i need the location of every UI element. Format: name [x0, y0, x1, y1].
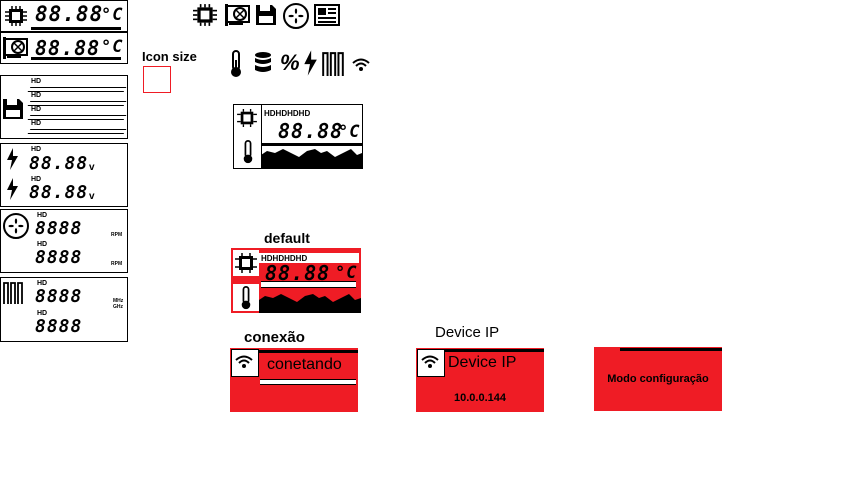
disk-label-1: HD [31, 78, 42, 85]
gpu-temp-unit: °C [101, 37, 124, 57]
fan-icon [3, 213, 29, 239]
conexao-status: conetando [267, 356, 342, 373]
voltage-unit-1: v [89, 162, 95, 173]
fan-unit-1: RPM [111, 232, 123, 238]
memory-icon [322, 52, 344, 76]
disk-row-2: HD [27, 92, 127, 106]
clock-value-2: 8888 [35, 316, 83, 337]
lightning-icon [7, 148, 18, 170]
gpu-icon [225, 4, 250, 26]
clock-widget: HD 8888 MHz GHz HD 8888 [0, 277, 128, 342]
fan-value-1: 8888 [35, 218, 83, 239]
cpu-icon [193, 4, 217, 26]
conexao-panel: conetando [230, 348, 358, 412]
disk-widget: HD HD HD HD [0, 75, 128, 139]
disk-label-2: HD [31, 92, 42, 99]
cpu-temp-value: 88.88 [35, 2, 104, 26]
cpu-temp-unit: °C [101, 5, 124, 25]
gpu-icon [3, 37, 28, 59]
default-panel: HDHDHDHD 88.88 °C [231, 248, 361, 313]
cpu-icon [235, 253, 257, 273]
cpu-temp-bar [31, 27, 121, 30]
floppy-disk-icon [3, 99, 23, 119]
voltage-unit-2: v [89, 191, 95, 202]
wifi-icon [235, 355, 253, 368]
device-ip-title: Device IP [435, 324, 500, 341]
wifi-icon [352, 58, 370, 71]
fan-icon [283, 3, 309, 29]
lightning-icon [7, 178, 18, 200]
thermometer-icon [241, 286, 251, 310]
disk-label-4: HD [31, 120, 42, 127]
icon-size-box[interactable] [143, 66, 171, 93]
fan-widget: HD 8888 RPM HD 8888 RPM [0, 209, 128, 273]
preview-panel: HDHDHDHD 88.88 °C [233, 104, 363, 169]
fan-value-2: 8888 [35, 247, 83, 268]
voltage-label-1: HD [31, 146, 42, 153]
voltage-value-1: 88.88 [29, 153, 89, 174]
config-panel: Modo configuração [594, 347, 722, 411]
clock-unit-1: MHz GHz [113, 298, 124, 310]
device-ip-address: 10.0.0.144 [454, 392, 506, 404]
database-icon [255, 52, 271, 72]
default-title: default [264, 230, 310, 246]
cpu-temp-widget: 88.88 °C [0, 0, 128, 32]
cpu-icon [5, 6, 27, 26]
voltage-value-2: 88.88 [29, 182, 89, 203]
motherboard-icon [314, 4, 340, 26]
memory-icon [3, 282, 23, 304]
fan-unit-2: RPM [111, 261, 123, 267]
preview-graph [261, 143, 362, 168]
device-ip-panel: Device IP 10.0.0.144 [416, 348, 544, 412]
thermometer-icon [231, 50, 241, 77]
percent-icon: % [280, 50, 300, 75]
wifi-icon [421, 355, 439, 368]
disk-row-1: HD [27, 78, 127, 92]
preview-value: 88.88 [278, 119, 344, 143]
thermometer-icon [243, 140, 253, 164]
disk-label-3: HD [31, 106, 42, 113]
gpu-temp-widget: 88.88 °C [0, 32, 128, 64]
lightning-icon [304, 50, 317, 76]
disk-row-4: HD [27, 120, 127, 134]
device-ip-label: Device IP [448, 354, 517, 371]
cpu-icon [237, 109, 257, 127]
preview-hd-labels: HDHDHDHD [264, 109, 311, 118]
conexao-title: conexão [244, 329, 305, 346]
config-label: Modo configuração [607, 373, 709, 385]
gpu-temp-bar [31, 57, 121, 60]
voltage-widget: HD 88.88 v HD 88.88 v [0, 143, 128, 207]
default-unit: °C [335, 263, 358, 283]
preview-unit: °C [338, 122, 361, 142]
conexao-progress [260, 379, 356, 385]
floppy-disk-icon [256, 5, 276, 25]
disk-row-3: HD [27, 106, 127, 120]
icon-size-label: Icon size [142, 49, 197, 64]
default-bar [261, 281, 356, 288]
default-graph [259, 294, 361, 313]
clock-value-1: 8888 [35, 286, 83, 307]
